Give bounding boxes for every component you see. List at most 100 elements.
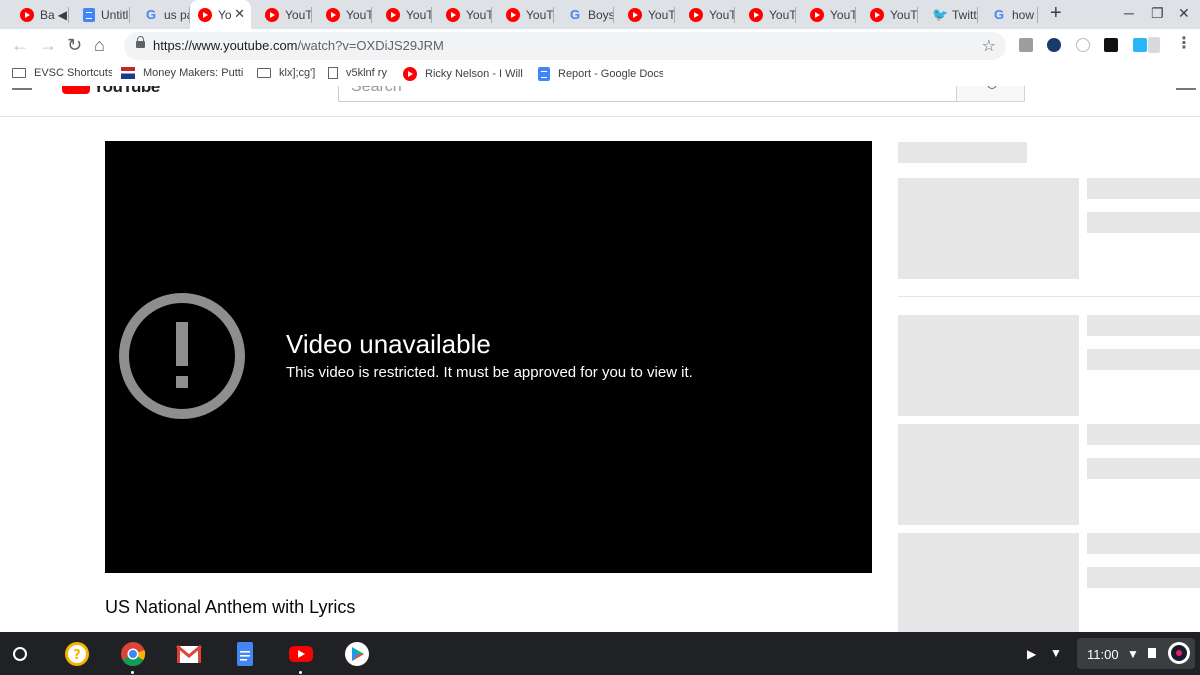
network-icon[interactable]: ▼	[1050, 646, 1062, 660]
extension-icon[interactable]	[1019, 38, 1033, 52]
tab-title: YouT	[769, 7, 796, 22]
shield-extension-icon[interactable]	[1047, 38, 1061, 52]
browser-tab[interactable]: YouT	[675, 0, 735, 29]
bookmark-money-makers[interactable]: Money Makers: Putti	[121, 67, 245, 79]
twitter-icon: 🐦	[932, 6, 949, 22]
running-indicator	[131, 671, 134, 674]
minimize-button[interactable]: ─	[1124, 5, 1134, 21]
browser-tab[interactable]: YouT	[796, 0, 856, 29]
tab-title: YouT	[709, 7, 735, 22]
browser-tab[interactable]: YouT	[856, 0, 918, 29]
search-input[interactable]: Search	[338, 86, 958, 102]
guide-menu-icon[interactable]	[12, 88, 32, 90]
text-skeleton	[1087, 458, 1200, 479]
grid-extension-icon[interactable]	[1104, 38, 1118, 52]
youtube-icon	[446, 7, 460, 22]
forward-button[interactable]: →	[39, 35, 57, 55]
youtube-icon	[326, 7, 340, 22]
docs-icon	[83, 7, 95, 22]
browser-tab[interactable]: YouT	[372, 0, 432, 29]
info-extension-icon[interactable]	[1076, 38, 1090, 52]
chrome-menu-button[interactable]: ⋮	[1176, 35, 1192, 53]
tab-title: Untitl	[101, 7, 129, 22]
divider	[898, 296, 1200, 297]
play-store-icon[interactable]	[344, 641, 370, 667]
running-indicator	[299, 671, 302, 674]
youtube-icon	[689, 7, 703, 22]
bookmark-v5klnf[interactable]: v5klnf ry	[328, 67, 393, 79]
bookmarks-bar: EVSC Shortcuts Money Makers: Putti klx];…	[0, 62, 1200, 86]
error-message: This video is restricted. It must be app…	[286, 364, 693, 381]
warning-icon	[119, 293, 245, 419]
bookmark-folder-klx[interactable]: klx];cg']	[257, 67, 317, 79]
up-next-skeleton	[898, 142, 1027, 163]
svg-text:?: ?	[73, 648, 81, 663]
docs-icon[interactable]	[232, 641, 258, 667]
home-button[interactable]: ⌂	[94, 35, 105, 55]
gmail-icon[interactable]	[176, 641, 202, 667]
browser-tab[interactable]: YouT	[432, 0, 492, 29]
wifi-icon: ▼	[1127, 647, 1139, 661]
text-skeleton	[1087, 315, 1200, 336]
bookmark-ricky-nelson[interactable]: Ricky Nelson - I Will F	[403, 67, 524, 81]
youtube-icon	[403, 67, 417, 81]
video-title: US National Anthem with Lyrics	[105, 597, 356, 617]
browser-tab[interactable]: Ghow t	[978, 0, 1038, 29]
browser-tab[interactable]: YouT	[492, 0, 554, 29]
help-icon[interactable]: ?	[64, 641, 90, 667]
youtube-logo-icon[interactable]	[62, 86, 90, 94]
address-bar[interactable]: https://www.youtube.com/watch?v=OXDiJS29…	[124, 32, 1006, 60]
thumbnail-skeleton	[898, 533, 1079, 632]
tab-strip: Ba◀UntitlGus paYo✕YouTYouTYouTYouTYouTGB…	[0, 0, 1200, 29]
bookmark-star-icon[interactable]: ☆	[982, 36, 996, 56]
tab-title: YouT	[526, 7, 554, 22]
chrome-icon[interactable]	[120, 641, 146, 667]
tab-close-button[interactable]: ✕	[234, 7, 245, 21]
avatar[interactable]	[1167, 641, 1191, 665]
new-tab-button[interactable]: +	[1050, 3, 1062, 23]
browser-tab[interactable]: YouT	[735, 0, 796, 29]
youtube-icon	[265, 7, 279, 22]
youtube-icon	[810, 7, 824, 22]
page-icon	[328, 67, 338, 79]
thumbnail-skeleton	[898, 315, 1079, 416]
browser-tab[interactable]: Gus pa	[130, 0, 190, 29]
bookmark-label: EVSC Shortcuts	[34, 67, 112, 79]
apps-icon[interactable]	[1176, 88, 1196, 90]
browser-tab[interactable]: Untitl	[69, 0, 130, 29]
tab-title: us pa	[164, 7, 190, 22]
tab-title: YouT	[648, 7, 675, 22]
search-button[interactable]	[956, 86, 1025, 102]
tab-title: how t	[1012, 7, 1038, 22]
tab-title: Ba	[40, 7, 55, 22]
close-window-button[interactable]: ✕	[1178, 5, 1190, 22]
lock-icon	[136, 36, 145, 48]
video-player[interactable]: Video unavailable This video is restrict…	[105, 141, 872, 573]
bookmark-report-docs[interactable]: Report - Google Docs	[538, 67, 663, 81]
google-icon: G	[569, 6, 581, 22]
upload-extension-icon[interactable]	[1133, 38, 1147, 52]
launcher-button[interactable]	[13, 647, 27, 661]
back-button[interactable]: ←	[11, 35, 29, 55]
audio-playing-icon[interactable]: ◀	[58, 8, 67, 22]
youtube-icon	[198, 7, 212, 22]
reload-button[interactable]: ↻	[67, 35, 82, 55]
browser-tab[interactable]: YouT	[614, 0, 675, 29]
restore-button[interactable]: ❐	[1151, 5, 1164, 22]
tab-title: YouT	[285, 7, 312, 22]
browser-tab[interactable]: Ba ◀	[6, 0, 69, 29]
youtube-icon	[506, 7, 520, 22]
browser-tab[interactable]: 🐦 Twitt	[918, 0, 978, 29]
url-text[interactable]: https://www.youtube.com/watch?v=OXDiJS29…	[153, 38, 444, 53]
profile-extension-icon[interactable]	[1148, 37, 1160, 53]
browser-tab[interactable]: Yo ✕	[190, 0, 251, 29]
browser-tab[interactable]: YouT	[312, 0, 372, 29]
cast-icon[interactable]: ▶	[1027, 647, 1036, 661]
text-skeleton	[1087, 567, 1200, 588]
browser-toolbar: ← → ↻ ⌂ https://www.youtube.com/watch?v=…	[0, 29, 1200, 62]
bookmark-evsc-shortcuts[interactable]: EVSC Shortcuts	[12, 67, 112, 79]
browser-tab[interactable]: G Boys	[554, 0, 614, 29]
youtube-logo-text: YouTube	[93, 86, 160, 96]
youtube-icon[interactable]	[288, 641, 314, 667]
browser-tab[interactable]: YouT	[251, 0, 312, 29]
